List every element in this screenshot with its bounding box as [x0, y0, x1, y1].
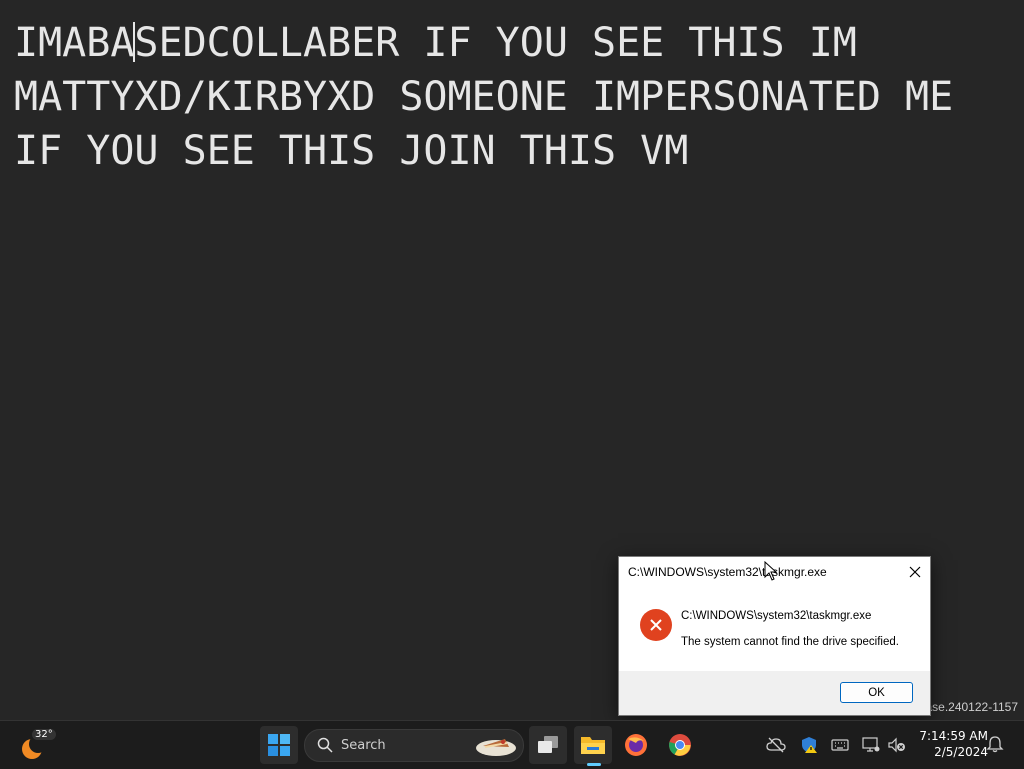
search-placeholder: Search — [341, 738, 386, 753]
taskbar-search-box[interactable]: Search — [304, 729, 524, 762]
dialog-close-button[interactable] — [900, 557, 930, 587]
volume-muted-icon — [888, 737, 905, 753]
notification-bell-icon[interactable] — [986, 735, 1004, 753]
start-button[interactable] — [260, 726, 298, 764]
firefox-button[interactable] — [617, 726, 655, 764]
cloud-offline-icon — [766, 737, 786, 753]
task-view-icon — [538, 736, 558, 753]
close-icon — [909, 566, 921, 578]
weather-widget[interactable]: 32° — [18, 727, 56, 763]
clock-date: 2/5/2024 — [934, 745, 988, 759]
error-icon — [640, 609, 672, 641]
keyboard-tray-button[interactable] — [830, 735, 850, 755]
chrome-button[interactable] — [661, 726, 699, 764]
ok-button[interactable]: OK — [840, 682, 913, 703]
chrome-icon — [669, 734, 691, 756]
file-explorer-icon — [581, 737, 605, 754]
keyboard-icon — [831, 739, 849, 751]
shield-warning-icon — [802, 737, 817, 753]
search-icon — [317, 737, 333, 753]
text-line-1: IMABASEDCOLLABER IF YOU SEE THIS IM — [14, 16, 1014, 70]
mouse-cursor-icon — [764, 561, 778, 581]
text-line-3: IF YOU SEE THIS JOIN THIS VM — [14, 128, 689, 174]
search-highlight-icon — [476, 739, 516, 756]
text-editor-content[interactable]: IMABASEDCOLLABER IF YOU SEE THIS IM MATT… — [14, 16, 1014, 178]
build-watermark: ease.240122-1157 — [918, 700, 1018, 714]
volume-tray-button[interactable] — [887, 735, 907, 755]
onedrive-tray-button[interactable] — [766, 735, 786, 755]
network-icon — [862, 737, 880, 752]
text-after-caret: SEDCOLLABER IF YOU SEE THIS IM — [134, 20, 857, 66]
active-app-indicator — [587, 763, 601, 766]
text-before-caret: IMABA — [14, 20, 135, 66]
system-clock[interactable]: 7:14:59 AM 2/5/2024 — [912, 728, 988, 760]
dialog-body: C:\WINDOWS\system32\taskmgr.exe The syst… — [619, 587, 930, 671]
security-tray-button[interactable] — [799, 735, 819, 755]
taskbar: 32° Search 7:14:59 AM 2/5/2024 — [0, 720, 1024, 769]
task-view-button[interactable] — [529, 726, 567, 764]
clock-time: 7:14:59 AM — [919, 729, 988, 743]
file-explorer-button[interactable] — [574, 726, 612, 764]
text-line-2: MATTYXD/KIRBYXD SOMEONE IMPERSONATED ME — [14, 74, 954, 120]
windows-start-icon — [268, 734, 290, 756]
firefox-icon — [625, 734, 647, 756]
dialog-title: C:\WINDOWS\system32\taskmgr.exe — [628, 565, 827, 579]
error-path-text: C:\WINDOWS\system32\taskmgr.exe — [681, 610, 872, 622]
network-tray-button[interactable] — [861, 735, 881, 755]
error-message-text: The system cannot find the drive specifi… — [681, 636, 899, 648]
weather-temp: 32° — [32, 729, 56, 740]
